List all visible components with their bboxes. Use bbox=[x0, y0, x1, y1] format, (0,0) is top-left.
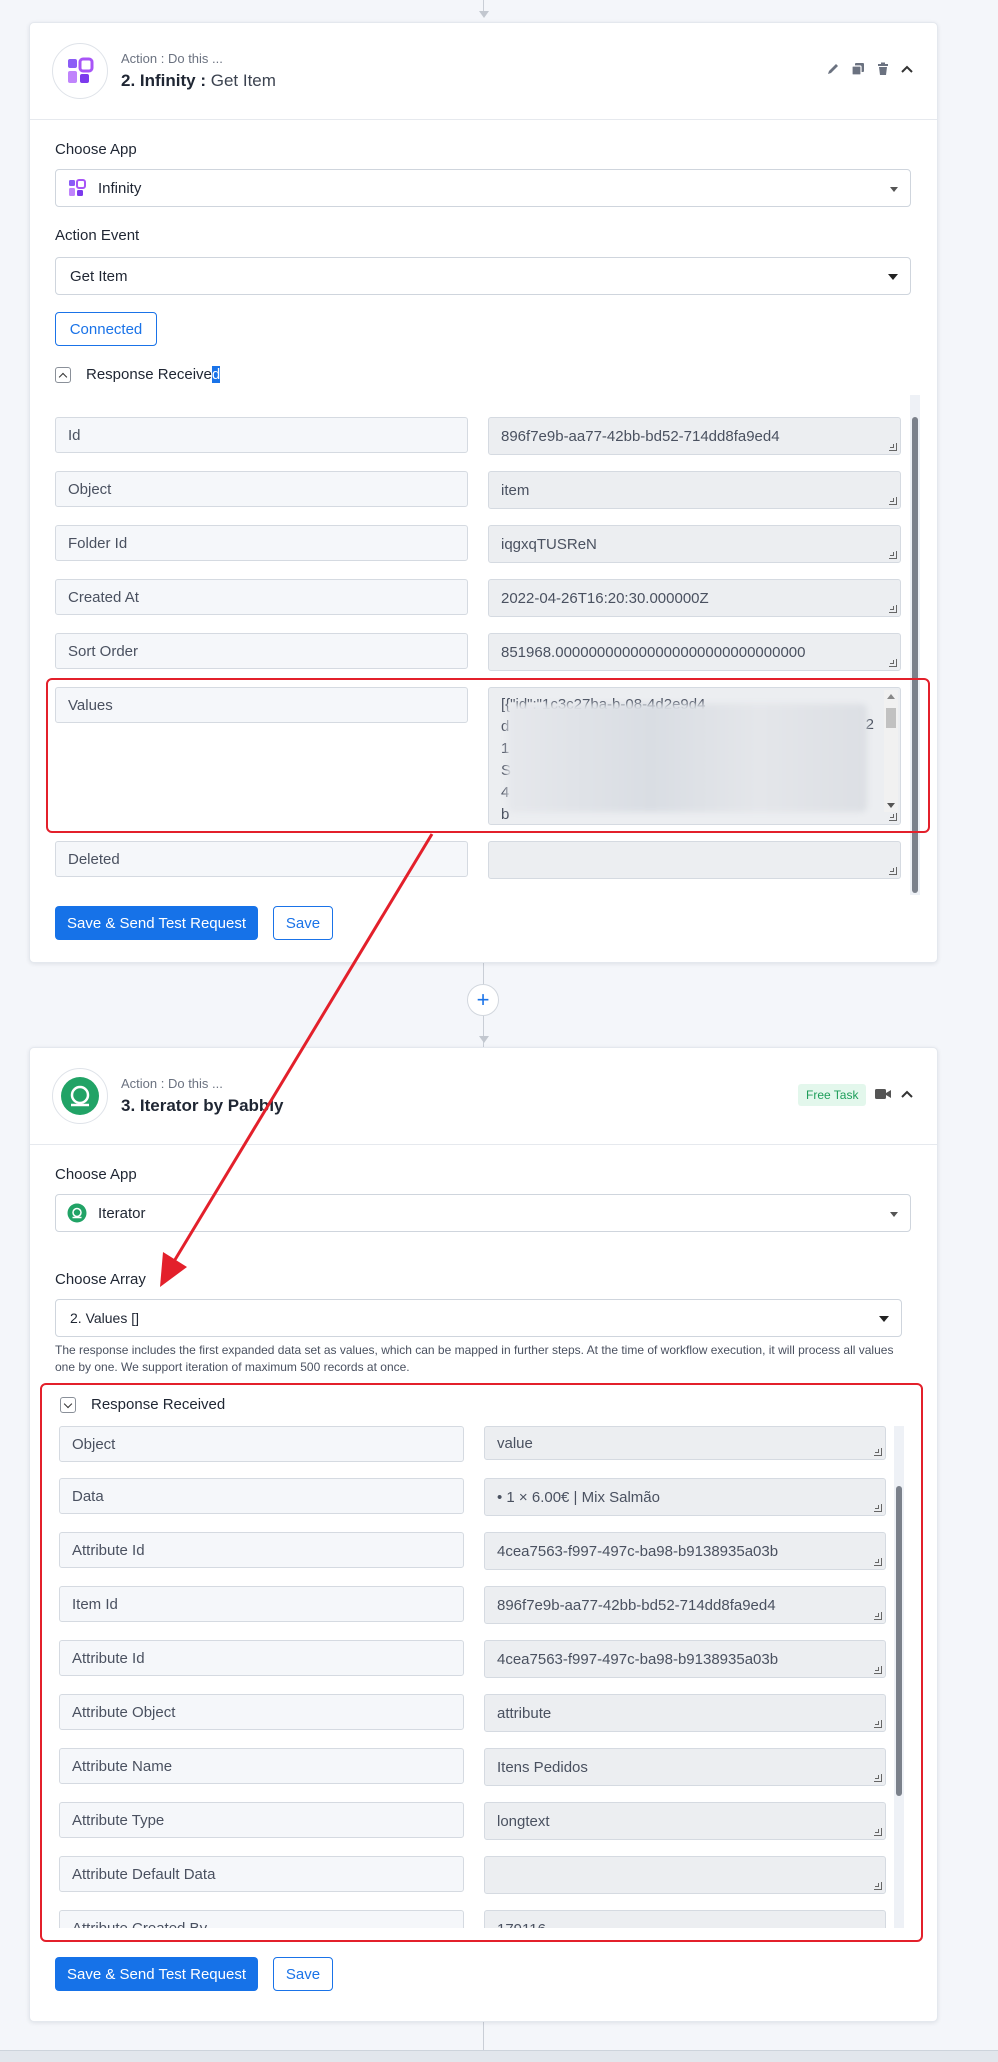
annotation-arrow bbox=[160, 833, 434, 1287]
annotation-arrow-head bbox=[160, 1252, 187, 1287]
bottom-bar bbox=[0, 2050, 998, 2062]
annotation-arrow-line bbox=[168, 833, 434, 1269]
